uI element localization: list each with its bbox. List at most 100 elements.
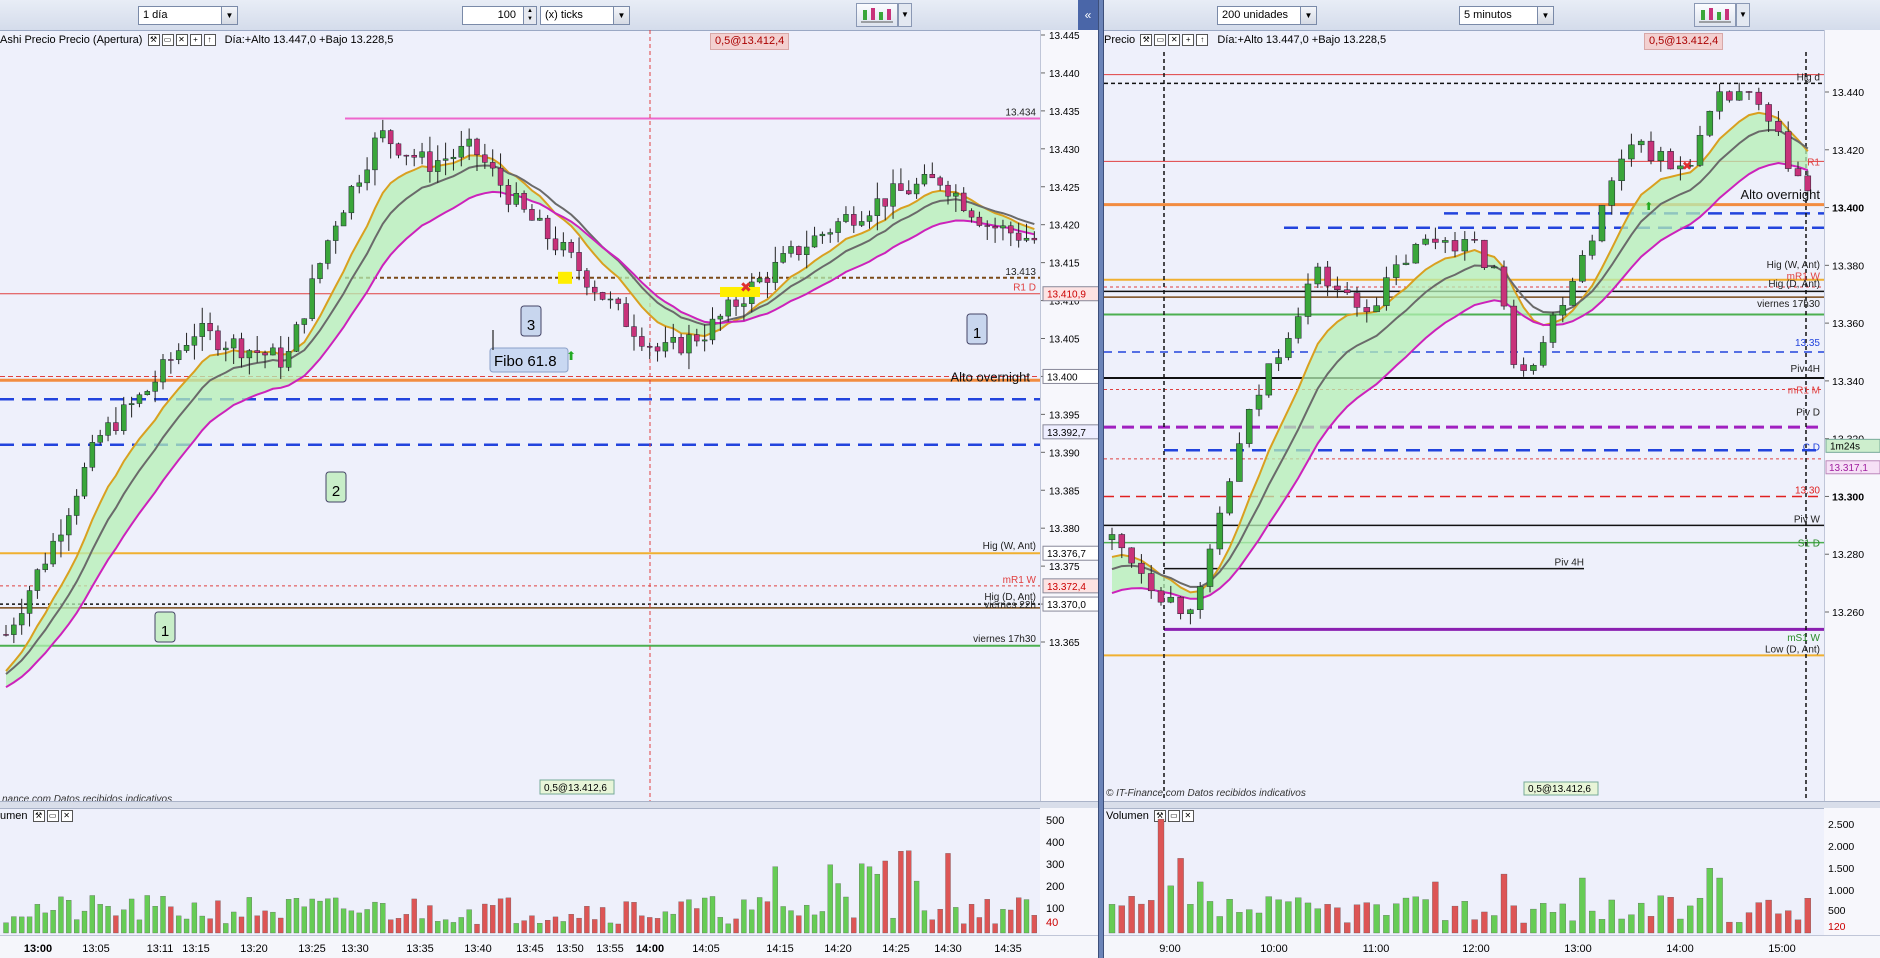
volume-bar [66,900,72,934]
candle [175,350,182,360]
candle [238,338,245,359]
candle [945,184,951,197]
collapse-panel-icon[interactable]: « [1078,0,1098,30]
candle [1167,596,1175,603]
axis-label: 13.440 [1832,87,1864,99]
label-mr1w: mR1 W [1003,575,1037,586]
price-chart-right[interactable]: Hig dR1Alto overnightHig (W, Ant)mR1 WHi… [1104,30,1824,805]
candle [1128,547,1135,564]
volume-bar [160,896,166,934]
candle [544,217,551,240]
candle [898,183,904,191]
time-axis[interactable]: 13:00 13:05 13:11 13:15 13:20 13:25 13:30 13:35… [0,935,1098,958]
volume-bar [89,895,95,934]
time-label: 14:25 [882,943,910,955]
volume-bar [1412,896,1419,934]
volume-bar [183,918,190,934]
time-label: 13:25 [298,943,326,955]
candle [1461,239,1469,252]
volume-bar [1314,908,1321,934]
buy-signal-icon: ⬆ [1644,200,1653,213]
volume-bar [199,915,205,934]
chevron-down-icon[interactable]: ▼ [1300,7,1316,24]
volume-bar [537,923,543,934]
time-axis-right[interactable]: 9:00 10:00 11:00 12:00 13:00 14:00 15:00 [1104,935,1880,958]
label-viernes: viernes 17h30 [1757,299,1820,310]
chart-type-dropdown-right[interactable]: ▼ [1736,3,1750,27]
candle [458,145,465,158]
candle [701,339,708,342]
bottom-tag: 0,5@13.412,6 [1528,784,1591,795]
candle [1500,266,1508,307]
candle [788,246,794,254]
volume-bar [890,917,896,934]
volume-bar [647,917,653,934]
chart-type-button-right[interactable] [1694,3,1736,27]
volume-bar [1667,897,1674,934]
candle [1490,266,1498,269]
axis-label: 13.435 [1049,107,1080,118]
volume-chart-right[interactable]: 2.500 2.000 1.500 1.000 500 120 [1104,808,1880,936]
time-label: 12:00 [1462,943,1490,955]
volume-bar [780,906,786,934]
ticks-input[interactable]: 100 ▲ ▼ [462,6,537,25]
chevron-down-icon[interactable]: ▼ [1537,7,1553,24]
volume-bar [694,908,700,934]
candle [686,334,692,354]
candle [1285,338,1292,358]
interval-select[interactable]: 1 día ▼ [138,6,238,25]
candle [662,342,669,352]
time-label: 14:15 [766,943,794,955]
chevron-down-icon[interactable]: ▼ [613,7,629,24]
spinner-icon[interactable]: ▲ ▼ [523,7,536,24]
candle [953,192,959,197]
volume-bar [1265,896,1272,934]
volume-bar [1177,858,1184,934]
candle [568,242,574,253]
chart-type-dropdown[interactable]: ▼ [898,3,912,27]
candle [1549,314,1557,343]
chart-type-button[interactable] [856,3,898,27]
volume-bar [191,902,198,934]
axis-label: 13.440 [1049,69,1080,80]
volume-bar [497,898,504,934]
volume-chart[interactable]: 500 400 300 200 100 40 [0,808,1098,936]
time-label: 14:20 [824,943,852,955]
volume-bar [859,863,865,934]
volume-bar [474,923,480,934]
candle [1432,238,1439,243]
candle [34,569,41,591]
volume-bar [1138,903,1145,934]
ticks-unit-select[interactable]: (x) ticks ▼ [540,6,630,25]
label-hig-w: Hig (W, Ant) [1767,260,1820,271]
ticks-unit-value: (x) ticks [545,9,583,21]
axis-label: 13.380 [1049,524,1080,535]
size-value: 200 unidades [1222,9,1289,21]
price-axis[interactable]: 13.445 13.440 13.435 13.430 13.425 13.420 13.4… [1040,30,1098,808]
volume-bar [1530,908,1537,934]
axis-label: 13.420 [1832,145,1864,157]
volume-bar [356,912,362,934]
time-label: 14:30 [934,943,962,955]
volume-bar [450,922,457,934]
price-axis-right[interactable]: 13.440 13.420 13.400 13.380 13.360 13.340 13.3… [1824,30,1880,808]
time-label: 13:20 [240,943,268,955]
time-label: 14:05 [692,943,720,955]
volume-bar [1236,912,1243,934]
volume-bar [19,916,25,934]
candle [254,350,260,354]
candle [1598,205,1606,242]
candle [992,226,998,229]
axis-label: 13.380 [1832,260,1864,272]
candle [199,323,205,337]
price-chart[interactable]: 13.43413.413R1 DHig (W, Ant)mR1 WHig (D,… [0,30,1040,805]
volume-bar [1804,898,1811,934]
volume-bar [1481,911,1488,934]
chevron-down-icon[interactable]: ▼ [221,7,237,24]
size-select[interactable]: 200 unidades ▼ [1217,6,1317,25]
candle [709,318,716,341]
tag-13400: 13.400 [1047,372,1078,383]
tag-13392: 13.392,7 [1047,428,1086,439]
volume-bar [285,899,292,934]
interval-select-right[interactable]: 5 minutos ▼ [1459,6,1554,25]
